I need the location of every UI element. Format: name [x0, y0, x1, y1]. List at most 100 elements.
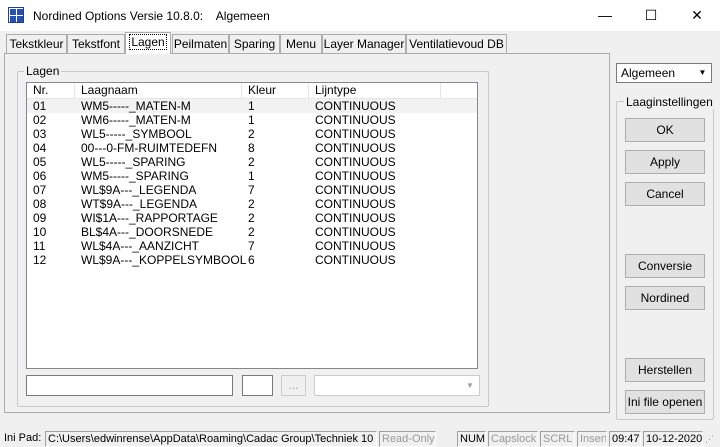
row-nr: 03	[33, 127, 47, 141]
window-title: Nordined Options Versie 10.8.0: Algemeen	[33, 9, 270, 23]
ini-file-openen-button[interactable]: Ini file openen	[625, 390, 705, 414]
apply-button[interactable]: Apply	[625, 150, 705, 174]
tab-sparing[interactable]: Sparing	[229, 34, 280, 53]
column-header-nr[interactable]: Nr.	[27, 83, 75, 99]
linetype-combo[interactable]: ▼	[314, 375, 480, 396]
row-laagnaam: WL$9A---_LEGENDA	[81, 183, 197, 197]
browse-color-button[interactable]: ...	[281, 375, 306, 396]
column-header-kleur[interactable]: Kleur	[242, 83, 309, 99]
chevron-down-icon: ▼	[694, 64, 711, 82]
row-kleur: 8	[248, 141, 255, 155]
row-nr: 05	[33, 155, 47, 169]
row-laagnaam: WI$1A---_RAPPORTAGE	[81, 211, 218, 225]
table-row[interactable]: 03 WL5-----_SYMBOOL 2 CONTINUOUS	[27, 127, 477, 141]
row-laagnaam: WM6-----_MATEN-M	[81, 113, 191, 127]
row-nr: 06	[33, 169, 47, 183]
tab-layer-manager[interactable]: Layer Manager	[322, 34, 406, 53]
layers-group-label: Lagen	[24, 64, 62, 78]
tab-tekstkleur[interactable]: Tekstkleur	[6, 34, 67, 53]
row-laagnaam: WL$4A---_AANZICHT	[81, 239, 200, 253]
row-lijntype: CONTINUOUS	[315, 183, 396, 197]
app-icon	[8, 7, 24, 23]
row-nr: 11	[33, 239, 46, 253]
color-input[interactable]	[242, 375, 273, 396]
row-lijntype: CONTINUOUS	[315, 99, 396, 113]
row-nr: 08	[33, 197, 47, 211]
tab-lagen[interactable]: Lagen	[125, 32, 171, 54]
layers-list[interactable]: Nr. Laagnaam Kleur Lijntype 01 WM5-----_M…	[26, 82, 478, 369]
row-nr: 02	[33, 113, 47, 127]
row-nr: 12	[33, 253, 47, 267]
conversie-button[interactable]: Conversie	[625, 254, 705, 278]
row-lijntype: CONTINUOUS	[315, 141, 396, 155]
row-kleur: 7	[248, 183, 255, 197]
laaginstellingen-label: Laaginstellingen	[624, 95, 715, 109]
maximize-button[interactable]: ☐	[628, 0, 674, 31]
minimize-button[interactable]: —	[582, 0, 628, 31]
row-nr: 04	[33, 141, 47, 155]
minimize-icon: —	[598, 7, 612, 23]
table-row[interactable]: 05 WL5-----_SPARING 2 CONTINUOUS	[27, 155, 477, 169]
date-panel: 10-12-2020	[643, 431, 703, 447]
table-row[interactable]: 11 WL$4A---_AANZICHT 7 CONTINUOUS	[27, 239, 477, 253]
row-lijntype: CONTINUOUS	[315, 169, 396, 183]
row-kleur: 2	[248, 225, 255, 239]
insert-indicator: Insert	[577, 431, 607, 447]
row-nr: 01	[33, 99, 47, 113]
readonly-indicator: Read-Only	[379, 431, 436, 447]
tab-peilmaten[interactable]: Peilmaten	[172, 34, 229, 53]
tab-ventilatievoud-db[interactable]: Ventilatievoud DB	[406, 34, 507, 53]
ok-button[interactable]: OK	[625, 118, 705, 142]
row-lijntype: CONTINUOUS	[315, 127, 396, 141]
row-lijntype: CONTINUOUS	[315, 197, 396, 211]
herstellen-button[interactable]: Herstellen	[625, 358, 705, 382]
row-laagnaam: WL$9A---_KOPPELSYMBOOL	[81, 253, 247, 267]
table-row[interactable]: 08 WT$9A---_LEGENDA 2 CONTINUOUS	[27, 197, 477, 211]
row-nr: 09	[33, 211, 47, 225]
table-row[interactable]: 02 WM6-----_MATEN-M 1 CONTINUOUS	[27, 113, 477, 127]
table-row[interactable]: 07 WL$9A---_LEGENDA 7 CONTINUOUS	[27, 183, 477, 197]
tab-menu[interactable]: Menu	[280, 34, 322, 53]
ini-path-panel: C:\Users\edwinrense\AppData\Roaming\Cada…	[45, 431, 377, 447]
row-laagnaam: 00---0-FM-RUIMTEDEFN	[81, 141, 217, 155]
num-indicator: NUM	[457, 431, 486, 447]
layer-name-input[interactable]	[26, 375, 233, 396]
row-laagnaam: WL5-----_SPARING	[81, 155, 186, 169]
table-row[interactable]: 01 WM5-----_MATEN-M 1 CONTINUOUS	[27, 99, 477, 113]
ini-path-label: Ini Pad:	[4, 432, 42, 444]
row-laagnaam: BL$4A---_DOORSNEDE	[81, 225, 214, 239]
row-kleur: 2	[248, 127, 255, 141]
row-lijntype: CONTINUOUS	[315, 253, 396, 267]
row-nr: 07	[33, 183, 47, 197]
table-row[interactable]: 06 WM5-----_SPARING 1 CONTINUOUS	[27, 169, 477, 183]
tab-tekstfont[interactable]: Tekstfont	[67, 34, 125, 53]
title-bar[interactable]: Nordined Options Versie 10.8.0: Algemeen…	[0, 0, 720, 31]
row-lijntype: CONTINUOUS	[315, 155, 396, 169]
capslock-indicator: Capslock	[488, 431, 538, 447]
row-laagnaam: WL5-----_SYMBOOL	[81, 127, 192, 141]
row-lijntype: CONTINUOUS	[315, 113, 396, 127]
table-row[interactable]: 10 BL$4A---_DOORSNEDE 2 CONTINUOUS	[27, 225, 477, 239]
row-lijntype: CONTINUOUS	[315, 225, 396, 239]
table-row[interactable]: 12 WL$9A---_KOPPELSYMBOOL 6 CONTINUOUS	[27, 253, 477, 267]
column-header-laagnaam[interactable]: Laagnaam	[75, 83, 242, 99]
row-lijntype: CONTINUOUS	[315, 239, 396, 253]
table-row[interactable]: 09 WI$1A---_RAPPORTAGE 2 CONTINUOUS	[27, 211, 477, 225]
column-header-lijntype[interactable]: Lijntype	[309, 83, 441, 99]
profile-select[interactable]: Algemeen ▼	[616, 63, 712, 83]
close-icon: ✕	[691, 7, 703, 23]
row-kleur: 2	[248, 211, 255, 225]
close-button[interactable]: ✕	[674, 0, 720, 31]
row-kleur: 2	[248, 155, 255, 169]
cancel-button[interactable]: Cancel	[625, 182, 705, 206]
maximize-icon: ☐	[644, 7, 658, 23]
chevron-down-icon: ▼	[466, 381, 474, 390]
nordined-button[interactable]: Nordined	[625, 286, 705, 310]
table-row[interactable]: 04 00---0-FM-RUIMTEDEFN 8 CONTINUOUS	[27, 141, 477, 155]
row-kleur: 1	[248, 169, 255, 183]
row-kleur: 7	[248, 239, 255, 253]
resize-grip-icon[interactable]: ⋰	[705, 433, 718, 446]
row-kleur: 2	[248, 197, 255, 211]
row-lijntype: CONTINUOUS	[315, 211, 396, 225]
column-header-filler	[441, 83, 477, 99]
